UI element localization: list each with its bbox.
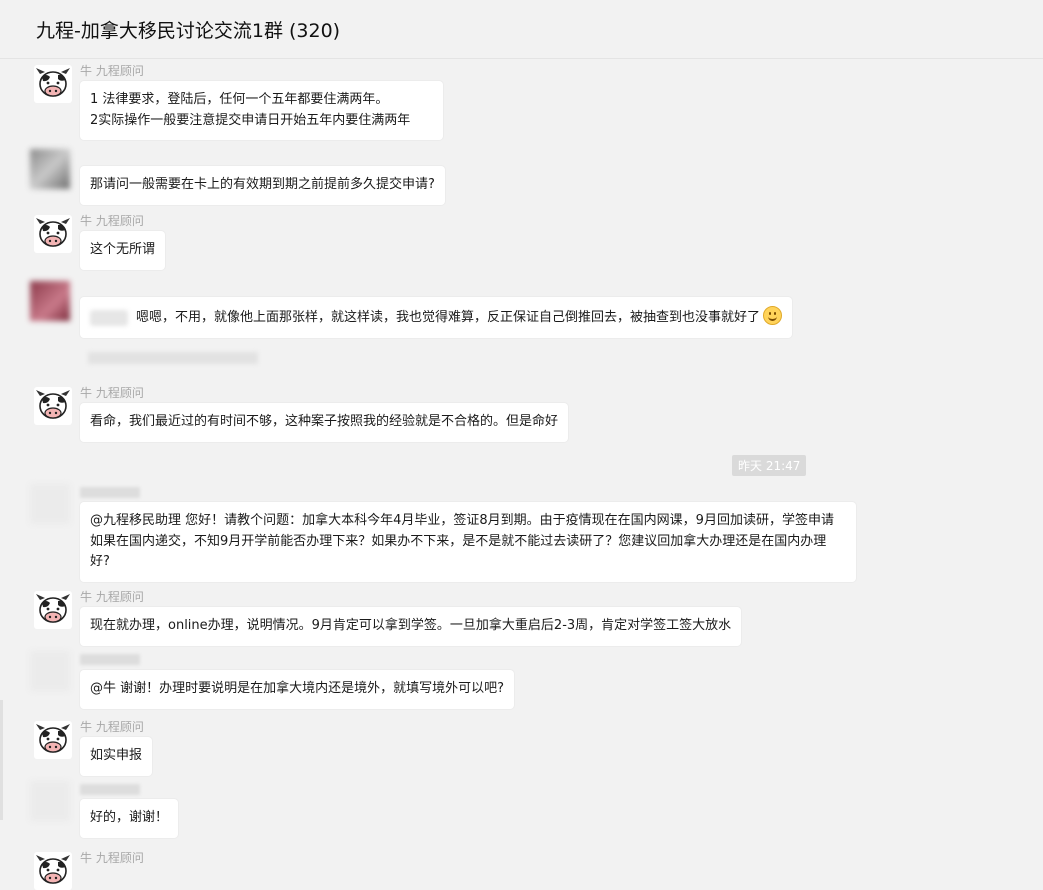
message-bubble[interactable]: 看命，我们最近过的有时间不够，这种案子按照我的经验就是不合格的。但是命好 <box>80 403 569 442</box>
message-bubble[interactable]: 这个无所谓 <box>80 231 166 270</box>
cow-avatar-icon[interactable] <box>34 852 72 890</box>
cow-avatar-icon[interactable] <box>34 387 72 425</box>
cow-avatar-icon[interactable] <box>34 721 72 759</box>
timestamp-divider: 昨天 21:47 <box>732 455 807 476</box>
sender-name: 牛 九程顾问 <box>80 720 144 734</box>
avatar[interactable] <box>30 781 70 821</box>
smile-emoji-icon <box>763 306 783 325</box>
message-bubble[interactable]: 那请问一般需要在卡上的有效期到期之前提前多久提交申请? <box>80 166 445 205</box>
message-list[interactable]: 牛 九程顾问 1 法律要求，登陆后，任何一个五年都要住满两年。 2实际操作一般要… <box>0 59 1043 881</box>
message-bubble[interactable]: 现在就办理，online办理，说明情况。9月肯定可以拿到学签。一旦加拿大重启后2… <box>80 607 742 646</box>
message-bubble[interactable]: @九程移民助理 您好！请教个问题：加拿大本科今年4月毕业，签证8月到期。由于疫情… <box>80 502 856 582</box>
quoted-reply-preview[interactable] <box>88 352 258 364</box>
scrollbar[interactable] <box>0 700 3 820</box>
avatar[interactable] <box>30 281 70 321</box>
sender-name: 牛 九程顾问 <box>80 590 144 604</box>
avatar[interactable] <box>30 149 70 189</box>
chat-title: 九程-加拿大移民讨论交流1群 (320) <box>36 20 341 42</box>
sender-name: 牛 九程顾问 <box>80 386 144 400</box>
cow-avatar-icon[interactable] <box>34 215 72 253</box>
sender-name: 牛 九程顾问 <box>80 214 144 228</box>
chat-header: 九程-加拿大移民讨论交流1群 (320) <box>0 0 1043 59</box>
message-text: 嗯嗯，不用，就像他上面那张样，就这样读，我也觉得难算，反正保证自己倒推回去，被抽… <box>136 310 761 325</box>
message-bubble[interactable]: 嗯嗯，不用，就像他上面那张样，就这样读，我也觉得难算，反正保证自己倒推回去，被抽… <box>80 297 793 338</box>
message-bubble[interactable]: 1 法律要求，登陆后，任何一个五年都要住满两年。 2实际操作一般要注意提交申请日… <box>80 81 443 140</box>
sender-name: 牛 九程顾问 <box>80 64 144 78</box>
message-bubble[interactable]: 如实申报 <box>80 737 153 776</box>
cow-avatar-icon[interactable] <box>34 65 72 103</box>
avatar[interactable] <box>30 651 70 691</box>
cow-avatar-icon[interactable] <box>34 591 72 629</box>
sender-name-blurred <box>80 654 140 665</box>
sender-name-blurred <box>80 784 140 795</box>
sender-name-blurred <box>80 487 140 498</box>
message-bubble[interactable]: @牛 谢谢！办理时要说明是在加拿大境内还是境外，就填写境外可以吧? <box>80 670 515 709</box>
sender-name: 牛 九程顾问 <box>80 851 144 865</box>
avatar[interactable] <box>30 484 70 524</box>
message-bubble[interactable]: 好的，谢谢！ <box>80 799 179 838</box>
blurred-mention <box>90 309 128 326</box>
